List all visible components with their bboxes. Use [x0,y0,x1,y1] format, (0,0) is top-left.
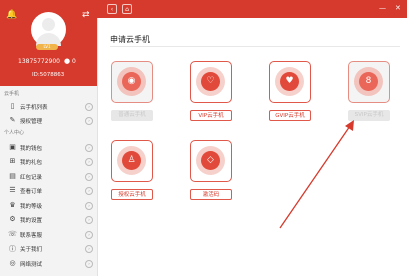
annotation-arrow [279,120,354,229]
